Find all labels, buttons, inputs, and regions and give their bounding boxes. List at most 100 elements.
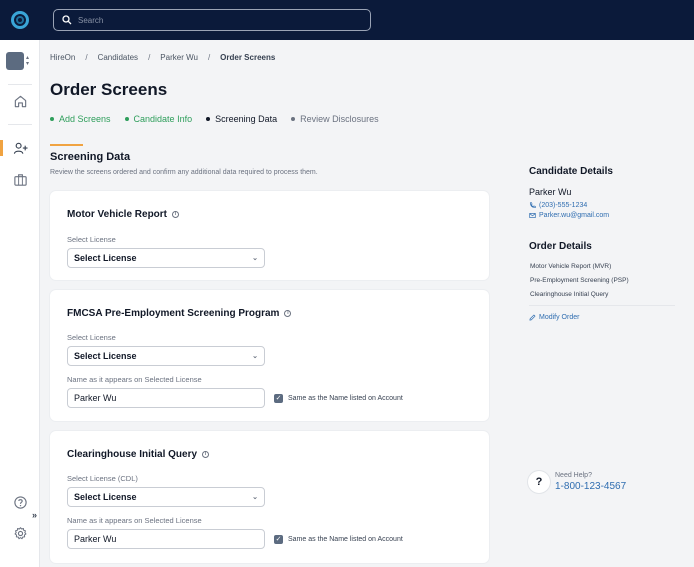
- mvr-card: Motor Vehicle Report i Select License Se…: [50, 191, 489, 280]
- gear-icon: [14, 526, 26, 539]
- pencil-icon: [529, 314, 536, 321]
- step-label: Add Screens: [59, 114, 111, 124]
- same-name-checkbox[interactable]: ✓: [274, 394, 283, 403]
- email-text: Parker.wu@gmail.com: [539, 212, 610, 219]
- sidebar-item-help[interactable]: [10, 492, 30, 512]
- license-label: Select License: [67, 333, 116, 342]
- breadcrumb-candidates[interactable]: Candidates: [98, 53, 138, 62]
- order-item: Pre-Employment Screening (PSP): [530, 277, 629, 284]
- psp-license-select[interactable]: Select License ⌄: [67, 346, 265, 366]
- help-circle-icon: [13, 495, 27, 509]
- step-label: Candidate Info: [133, 114, 193, 124]
- updown-caret-icon: ▴ ▾: [26, 55, 30, 67]
- step-add-screens[interactable]: Add Screens: [50, 114, 111, 124]
- sidebar-divider: [8, 124, 32, 125]
- search-placeholder[interactable]: Search: [78, 16, 103, 25]
- psp-card: FMCSA Pre-Employment Screening Program i…: [50, 290, 489, 421]
- name-label: Name as it appears on Selected License: [67, 375, 202, 384]
- active-indicator: [0, 140, 3, 156]
- step-label: Review Disclosures: [300, 114, 379, 124]
- select-value: Select License: [74, 351, 137, 361]
- mvr-license-select[interactable]: Select License ⌄: [67, 248, 265, 268]
- clearinghouse-name-input[interactable]: Parker Wu: [67, 529, 265, 549]
- briefcase-icon: [13, 173, 27, 186]
- card-title-text: Clearinghouse Initial Query: [67, 449, 198, 460]
- checkbox-label: Same as the Name listed on Account: [288, 536, 403, 543]
- order-details-heading: Order Details: [529, 241, 592, 252]
- same-name-checkbox[interactable]: ✓: [274, 535, 283, 544]
- search-icon: [62, 15, 72, 25]
- section-subtitle: Review the screens ordered and confirm a…: [50, 169, 318, 176]
- step-review-disclosures[interactable]: Review Disclosures: [291, 114, 379, 124]
- expand-sidebar-icon[interactable]: »: [32, 510, 37, 520]
- section-title: Screening Data: [50, 151, 131, 163]
- breadcrumb-separator: /: [207, 53, 211, 62]
- step-dot: [124, 117, 129, 121]
- order-item: Motor Vehicle Report (MVR): [530, 263, 612, 270]
- clearinghouse-same-name-row[interactable]: ✓ Same as the Name listed on Account: [274, 535, 403, 544]
- help-question-icon[interactable]: ?: [528, 471, 550, 493]
- candidate-phone[interactable]: (203)-555-1234: [529, 202, 587, 209]
- workspace-switcher[interactable]: ▴ ▾: [6, 50, 34, 72]
- modify-order-link[interactable]: Modify Order: [529, 314, 579, 321]
- sidebar-divider: [8, 84, 32, 85]
- modify-order-label: Modify Order: [539, 314, 580, 321]
- step-dot: [206, 117, 211, 121]
- sidebar-item-home[interactable]: [10, 91, 30, 111]
- order-divider: [529, 305, 675, 306]
- step-label: Screening Data: [215, 114, 278, 124]
- card-title-text: Motor Vehicle Report: [67, 209, 168, 220]
- chevron-down-icon: ⌄: [252, 494, 258, 501]
- card-title-text: FMCSA Pre-Employment Screening Program: [67, 308, 280, 319]
- step-dot: [291, 117, 296, 121]
- license-label: Select License: [67, 235, 116, 244]
- help-label: Need Help?: [555, 472, 592, 479]
- order-item: Clearinghouse Initial Query: [530, 291, 609, 298]
- search-box[interactable]: Search: [53, 9, 371, 31]
- sidebar-item-candidates[interactable]: [10, 138, 30, 158]
- clearinghouse-card-title: Clearinghouse Initial Query i: [67, 449, 210, 460]
- step-candidate-info[interactable]: Candidate Info: [124, 114, 193, 124]
- checkbox-label: Same as the Name listed on Account: [288, 395, 403, 402]
- mvr-card-title: Motor Vehicle Report i: [67, 209, 180, 220]
- info-icon[interactable]: i: [202, 451, 210, 458]
- phone-icon: [529, 202, 536, 209]
- license-label: Select License (CDL): [67, 474, 138, 483]
- chevron-down-icon: ⌄: [252, 255, 258, 262]
- info-icon[interactable]: i: [284, 310, 292, 317]
- home-icon: [14, 95, 26, 107]
- breadcrumb-candidate[interactable]: Parker Wu: [160, 53, 198, 62]
- sidebar-item-settings[interactable]: [10, 523, 30, 543]
- candidate-name: Parker Wu: [529, 187, 572, 197]
- select-value: Select License: [74, 492, 137, 502]
- name-label: Name as it appears on Selected License: [67, 516, 202, 525]
- select-value: Select License: [74, 253, 137, 263]
- sidebar: ▴ ▾ »: [0, 40, 40, 567]
- help-phone-link[interactable]: 1-800-123-4567: [555, 481, 626, 492]
- step-screening-data[interactable]: Screening Data: [206, 114, 277, 124]
- candidate-email[interactable]: Parker.wu@gmail.com: [529, 212, 609, 219]
- breadcrumb-hireon[interactable]: HireOn: [50, 53, 75, 62]
- info-icon[interactable]: i: [172, 211, 180, 218]
- breadcrumb-current: Order Screens: [220, 53, 276, 62]
- phone-text: (203)-555-1234: [539, 202, 588, 209]
- clearinghouse-card: Clearinghouse Initial Query i Select Lic…: [50, 431, 489, 563]
- psp-same-name-row[interactable]: ✓ Same as the Name listed on Account: [274, 394, 403, 403]
- step-dot: [50, 117, 54, 121]
- chevron-down-icon: ⌄: [252, 353, 258, 360]
- progress-stepper: Add Screens Candidate Info Screening Dat…: [50, 114, 393, 124]
- app-logo[interactable]: [11, 11, 29, 29]
- workspace-avatar: [6, 52, 24, 70]
- psp-card-title: FMCSA Pre-Employment Screening Program i: [67, 308, 292, 319]
- add-user-icon: [13, 142, 28, 154]
- breadcrumb: HireOn / Candidates / Parker Wu / Order …: [50, 53, 285, 62]
- breadcrumb-separator: /: [148, 53, 151, 62]
- breadcrumb-separator: /: [85, 53, 88, 62]
- top-bar: Search: [0, 0, 694, 40]
- psp-name-input[interactable]: Parker Wu: [67, 388, 265, 408]
- clearinghouse-license-select[interactable]: Select License ⌄: [67, 487, 265, 507]
- page-title: Order Screens: [50, 80, 168, 99]
- mail-icon: [529, 213, 536, 218]
- sidebar-item-jobs[interactable]: [10, 169, 30, 189]
- section-accent-line: [50, 144, 83, 146]
